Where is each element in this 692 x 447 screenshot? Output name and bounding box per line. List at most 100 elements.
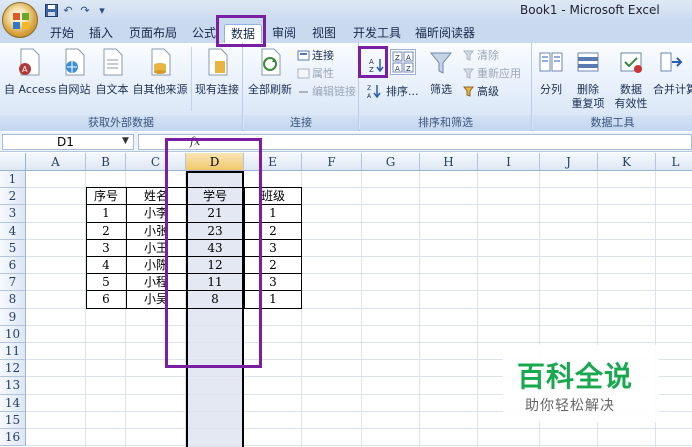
- reapply-button[interactable]: 重新应用: [462, 65, 521, 81]
- row-header-16[interactable]: 16: [0, 429, 26, 447]
- redo-icon[interactable]: ↷: [78, 4, 92, 18]
- office-button[interactable]: [2, 2, 38, 38]
- existing-connections-button[interactable]: 现有连接: [193, 47, 241, 97]
- filter-funnel-icon: [429, 52, 453, 74]
- text-to-columns-icon: [539, 52, 563, 72]
- sort-descending-button[interactable]: ZA: [366, 83, 382, 99]
- column-header-b[interactable]: B: [86, 153, 126, 171]
- watermark: 百科全说 助你轻松解决: [503, 345, 659, 422]
- data-validation-icon: [620, 52, 642, 73]
- svg-text:Z: Z: [395, 54, 400, 62]
- window-title: Book1 - Microsoft Excel: [520, 3, 660, 17]
- connections-icon: [297, 49, 310, 62]
- group-connections: 全部刷新 连接 属性 编辑链接 连接: [244, 43, 359, 131]
- clear-filter-button[interactable]: 清除: [462, 47, 499, 63]
- title-bar: ↶ ↷ ▾ Book1 - Microsoft Excel: [0, 0, 692, 22]
- sort-button[interactable]: 排序...: [386, 83, 419, 99]
- sort-az-grid-icon: Z AA Z: [392, 51, 414, 73]
- row-header-7[interactable]: 7: [0, 274, 26, 292]
- column-header-g[interactable]: G: [362, 153, 420, 171]
- column-highlight-box: [165, 138, 262, 368]
- from-text-button[interactable]: 自文本: [93, 47, 131, 97]
- advanced-filter-button[interactable]: 高级: [462, 83, 499, 99]
- tab-developer[interactable]: 开发工具: [346, 24, 408, 43]
- data-validation-button[interactable]: 数据 有效性: [611, 47, 651, 111]
- row-header-10[interactable]: 10: [0, 325, 26, 343]
- properties-button[interactable]: 属性: [297, 65, 334, 81]
- row-header-3[interactable]: 3: [0, 205, 26, 223]
- edit-links-button[interactable]: 编辑链接: [297, 83, 356, 99]
- name-box-dropdown-icon[interactable]: ▼: [122, 136, 129, 146]
- select-all-corner[interactable]: [0, 153, 26, 171]
- row-header-15[interactable]: 15: [0, 411, 26, 429]
- table-header-cell[interactable]: 序号: [86, 188, 126, 205]
- table-cell[interactable]: 1: [86, 205, 126, 222]
- row-header-4[interactable]: 4: [0, 222, 26, 240]
- name-box[interactable]: D1: [2, 134, 134, 150]
- column-header-a[interactable]: A: [26, 153, 86, 171]
- customize-qat-icon[interactable]: ▾: [95, 4, 109, 18]
- row-header-9[interactable]: 9: [0, 308, 26, 326]
- row-header-8[interactable]: 8: [0, 291, 26, 309]
- watermark-subtitle: 助你轻松解决: [525, 398, 615, 414]
- tab-insert[interactable]: 插入: [84, 24, 118, 43]
- remove-duplicates-icon: [577, 52, 599, 72]
- group-label: 排序和筛选: [360, 115, 531, 131]
- column-header-h[interactable]: H: [420, 153, 478, 171]
- column-header-k[interactable]: K: [598, 153, 656, 171]
- group-label: 数据工具: [533, 115, 692, 131]
- svg-text:A: A: [22, 65, 28, 74]
- refresh-all-button[interactable]: 全部刷新: [246, 47, 294, 97]
- remove-duplicates-button[interactable]: 删除 重复项: [569, 47, 607, 111]
- column-header-i[interactable]: I: [478, 153, 540, 171]
- access-icon: A: [19, 48, 40, 76]
- tab-review[interactable]: 审阅: [266, 24, 302, 43]
- filter-button[interactable]: 筛选: [424, 47, 458, 97]
- row-header-13[interactable]: 13: [0, 377, 26, 395]
- table-border: [301, 188, 302, 309]
- row-header-2[interactable]: 2: [0, 188, 26, 206]
- sort-az-grid-button[interactable]: ZAAZ: [390, 49, 416, 75]
- properties-icon: [297, 67, 310, 80]
- row-header-5[interactable]: 5: [0, 239, 26, 257]
- tab-home[interactable]: 开始: [44, 24, 80, 43]
- tab-view[interactable]: 视图: [306, 24, 342, 43]
- row-header-14[interactable]: 14: [0, 394, 26, 412]
- row-header-1[interactable]: 1: [0, 171, 26, 189]
- gridline-column: [419, 171, 420, 447]
- table-border: [126, 188, 127, 309]
- table-cell[interactable]: 2: [86, 223, 126, 240]
- row-header-11[interactable]: 11: [0, 343, 26, 361]
- sort-button-highlight-box: [358, 46, 388, 78]
- tab-foxit-reader[interactable]: 福昕阅读器: [410, 24, 480, 43]
- gridline-column: [361, 171, 362, 447]
- reapply-icon: [462, 67, 475, 80]
- table-cell[interactable]: 4: [86, 257, 126, 274]
- row-header-12[interactable]: 12: [0, 360, 26, 378]
- from-access-button[interactable]: A 自 Access: [4, 47, 56, 97]
- excel-window: ↶ ↷ ▾ Book1 - Microsoft Excel 开始 插入 页面布局…: [0, 0, 692, 447]
- consolidate-button[interactable]: 合并计算: [653, 47, 692, 97]
- text-to-columns-button[interactable]: 分列: [535, 47, 567, 97]
- table-cell[interactable]: 5: [86, 274, 126, 291]
- office-logo-icon: [13, 13, 29, 29]
- refresh-icon: [261, 48, 281, 76]
- connections-button[interactable]: 连接: [297, 47, 334, 63]
- clear-icon: [462, 49, 475, 62]
- column-header-f[interactable]: F: [302, 153, 362, 171]
- consolidate-icon: [660, 52, 682, 72]
- tab-page-layout[interactable]: 页面布局: [122, 24, 184, 43]
- save-icon[interactable]: [44, 4, 58, 18]
- table-cell[interactable]: 6: [86, 291, 126, 308]
- other-sources-icon: [151, 48, 171, 76]
- column-header-j[interactable]: J: [540, 153, 598, 171]
- text-file-icon: [103, 48, 123, 76]
- undo-icon[interactable]: ↶: [61, 4, 75, 18]
- from-other-sources-button[interactable]: 自其他来源: [131, 47, 189, 97]
- row-header-6[interactable]: 6: [0, 257, 26, 275]
- column-header-l[interactable]: L: [656, 153, 692, 171]
- table-cell[interactable]: 3: [86, 240, 126, 257]
- sort-za-icon: ZA: [367, 85, 381, 99]
- from-web-button[interactable]: 自网站: [55, 47, 93, 97]
- svg-text:A: A: [406, 54, 411, 62]
